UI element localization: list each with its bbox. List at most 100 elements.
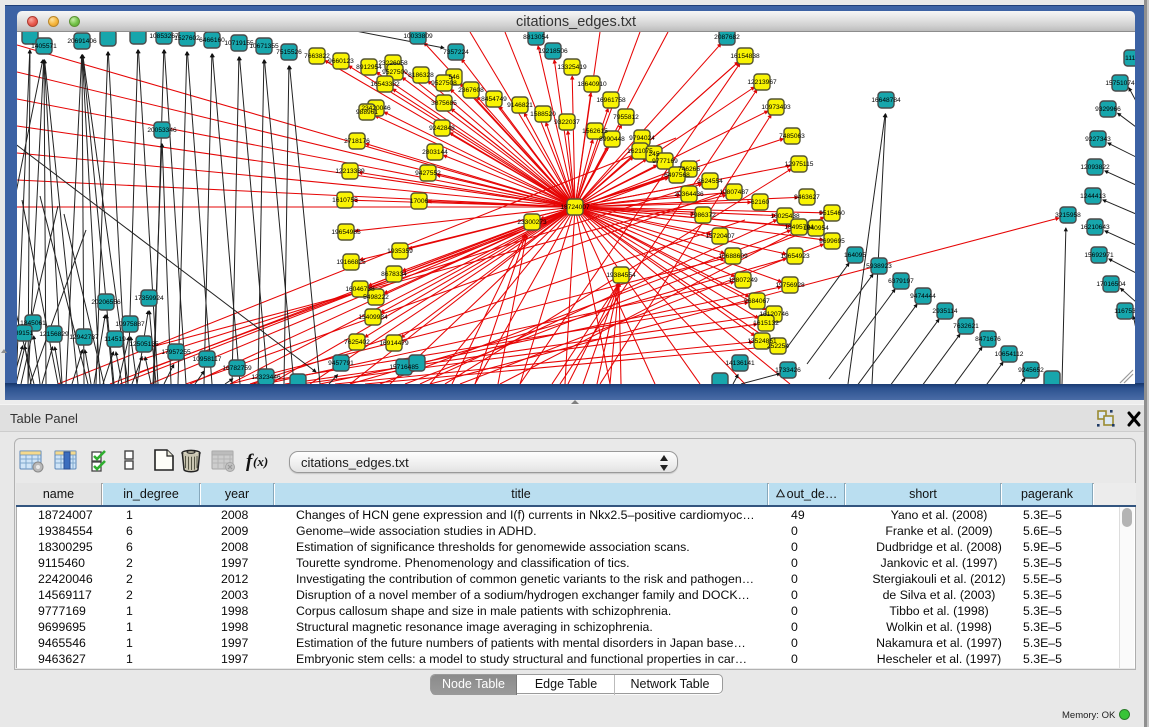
svg-text:164095: 164095 — [844, 252, 866, 259]
svg-text:8813054: 8813054 — [523, 34, 549, 41]
svg-text:12323446: 12323446 — [251, 374, 281, 381]
svg-text:12942737: 12942737 — [69, 334, 99, 341]
svg-text:15692971: 15692971 — [1084, 252, 1114, 259]
svg-text:5938923: 5938923 — [866, 263, 892, 270]
svg-text:2803144: 2803144 — [422, 149, 448, 156]
svg-text:1845061: 1845061 — [20, 320, 46, 327]
svg-text:19218506: 19218506 — [538, 48, 568, 55]
svg-text:1112: 1112 — [1125, 55, 1135, 62]
svg-text:9474444: 9474444 — [910, 293, 936, 300]
svg-text:13325419: 13325419 — [557, 64, 587, 71]
svg-text:10688609: 10688609 — [718, 253, 748, 260]
svg-text:17016504: 17016504 — [1096, 281, 1126, 288]
svg-text:9527508: 9527508 — [431, 80, 457, 87]
svg-text:1527602: 1527602 — [174, 35, 200, 42]
svg-text:16154838: 16154838 — [730, 53, 760, 60]
svg-text:(x): (x) — [253, 454, 268, 469]
svg-text:14136141: 14136141 — [725, 360, 755, 367]
svg-text:15409934: 15409934 — [358, 314, 388, 321]
svg-text:15720407: 15720407 — [705, 233, 735, 240]
svg-text:6497568: 6497568 — [664, 172, 690, 179]
svg-text:1610755: 1610755 — [332, 197, 358, 204]
svg-text:17006: 17006 — [410, 198, 429, 205]
svg-text:15751074: 15751074 — [1105, 80, 1135, 87]
svg-text:2367608: 2367608 — [458, 87, 484, 94]
svg-text:8990448: 8990448 — [599, 136, 625, 143]
svg-text:9242848: 9242848 — [429, 125, 455, 132]
svg-text:988961: 988961 — [356, 109, 378, 116]
svg-text:245: 245 — [648, 151, 659, 158]
svg-text:9527509: 9527509 — [382, 69, 408, 76]
svg-text:10958117: 10958117 — [193, 356, 222, 363]
svg-text:19384554: 19384554 — [606, 272, 636, 279]
svg-text:9515460: 9515460 — [819, 210, 845, 217]
svg-text:18724007: 18724007 — [560, 204, 590, 211]
svg-text:7632621: 7632621 — [953, 323, 979, 330]
svg-text:9457791: 9457791 — [328, 360, 354, 367]
svg-text:116753: 116753 — [1114, 308, 1135, 315]
svg-text:9684067: 9684067 — [744, 298, 770, 305]
svg-text:19654923: 19654923 — [780, 253, 810, 260]
svg-text:3215958: 3215958 — [1055, 212, 1081, 219]
svg-text:10025438: 10025438 — [770, 213, 800, 220]
svg-text:7663822: 7663822 — [304, 53, 330, 60]
svg-text:19756928: 19756928 — [775, 282, 805, 289]
svg-text:7625402: 7625402 — [344, 339, 370, 346]
svg-text:7955812: 7955812 — [613, 114, 639, 121]
svg-text:9699695: 9699695 — [819, 238, 845, 245]
svg-text:9794024: 9794024 — [629, 135, 655, 142]
svg-text:252254: 252254 — [767, 343, 789, 350]
svg-text:7515526: 7515526 — [276, 49, 302, 56]
svg-text:7485063: 7485063 — [779, 133, 805, 140]
svg-text:1640954: 1640954 — [803, 225, 829, 232]
svg-text:8186328: 8186328 — [408, 72, 434, 79]
svg-text:6379197: 6379197 — [888, 278, 914, 285]
svg-text:16120746: 16120746 — [759, 311, 789, 318]
svg-text:62160: 62160 — [751, 199, 770, 206]
svg-text:10973493: 10973493 — [761, 104, 791, 111]
svg-text:6466160: 6466160 — [199, 37, 225, 44]
svg-text:9322037: 9322037 — [554, 119, 580, 126]
svg-text:10975887: 10975887 — [115, 321, 145, 328]
svg-text:20206556: 20206556 — [91, 299, 121, 306]
svg-text:2087682: 2087682 — [714, 34, 740, 41]
svg-text:7986372: 7986372 — [690, 212, 716, 219]
svg-text:1562615: 1562615 — [582, 128, 608, 135]
svg-text:16210643: 16210643 — [1080, 224, 1110, 231]
svg-text:16914479: 16914479 — [379, 340, 409, 347]
svg-text:1588520: 1588520 — [530, 111, 556, 118]
svg-text:10654112: 10654112 — [995, 351, 1024, 358]
svg-text:18807249: 18807249 — [728, 277, 758, 284]
svg-text:9463627: 9463627 — [794, 194, 820, 201]
svg-text:3875685: 3875685 — [431, 100, 457, 107]
svg-text:16782759: 16782759 — [222, 365, 252, 372]
svg-text:114519: 114519 — [104, 336, 126, 343]
svg-text:18640910: 18640910 — [577, 81, 607, 88]
svg-text:2718176: 2718176 — [344, 138, 370, 145]
svg-text:15716485: 15716485 — [389, 364, 419, 371]
svg-text:16961758: 16961758 — [596, 97, 626, 104]
svg-text:12975115: 12975115 — [785, 161, 814, 168]
svg-text:20053346: 20053346 — [147, 127, 177, 134]
svg-text:3624554: 3624554 — [697, 178, 723, 185]
svg-text:8454749: 8454749 — [481, 96, 507, 103]
svg-text:9227343: 9227343 — [1085, 136, 1111, 143]
svg-text:12093822: 12093822 — [1080, 164, 1110, 171]
svg-text:19654985: 19654985 — [331, 229, 361, 236]
svg-text:1733426: 1733426 — [775, 367, 801, 374]
svg-text:17957255: 17957255 — [161, 349, 191, 356]
svg-text:1615132: 1615132 — [753, 320, 779, 327]
svg-text:20364436: 20364436 — [674, 191, 704, 198]
svg-text:9329966: 9329966 — [1095, 106, 1121, 113]
svg-text:20691406: 20691406 — [67, 38, 97, 45]
svg-text:8678334: 8678334 — [381, 271, 407, 278]
svg-text:10671355: 10671355 — [249, 43, 279, 50]
svg-text:12505135: 12505135 — [129, 341, 159, 348]
svg-text:23226058: 23226058 — [378, 60, 408, 67]
svg-text:9146821: 9146821 — [507, 102, 533, 109]
svg-text:9777169: 9777169 — [652, 158, 678, 165]
svg-text:12213967: 12213967 — [747, 79, 777, 86]
svg-text:10033809: 10033809 — [403, 33, 433, 40]
svg-text:1935359: 1935359 — [387, 248, 413, 255]
svg-text:39151: 39151 — [17, 330, 33, 337]
